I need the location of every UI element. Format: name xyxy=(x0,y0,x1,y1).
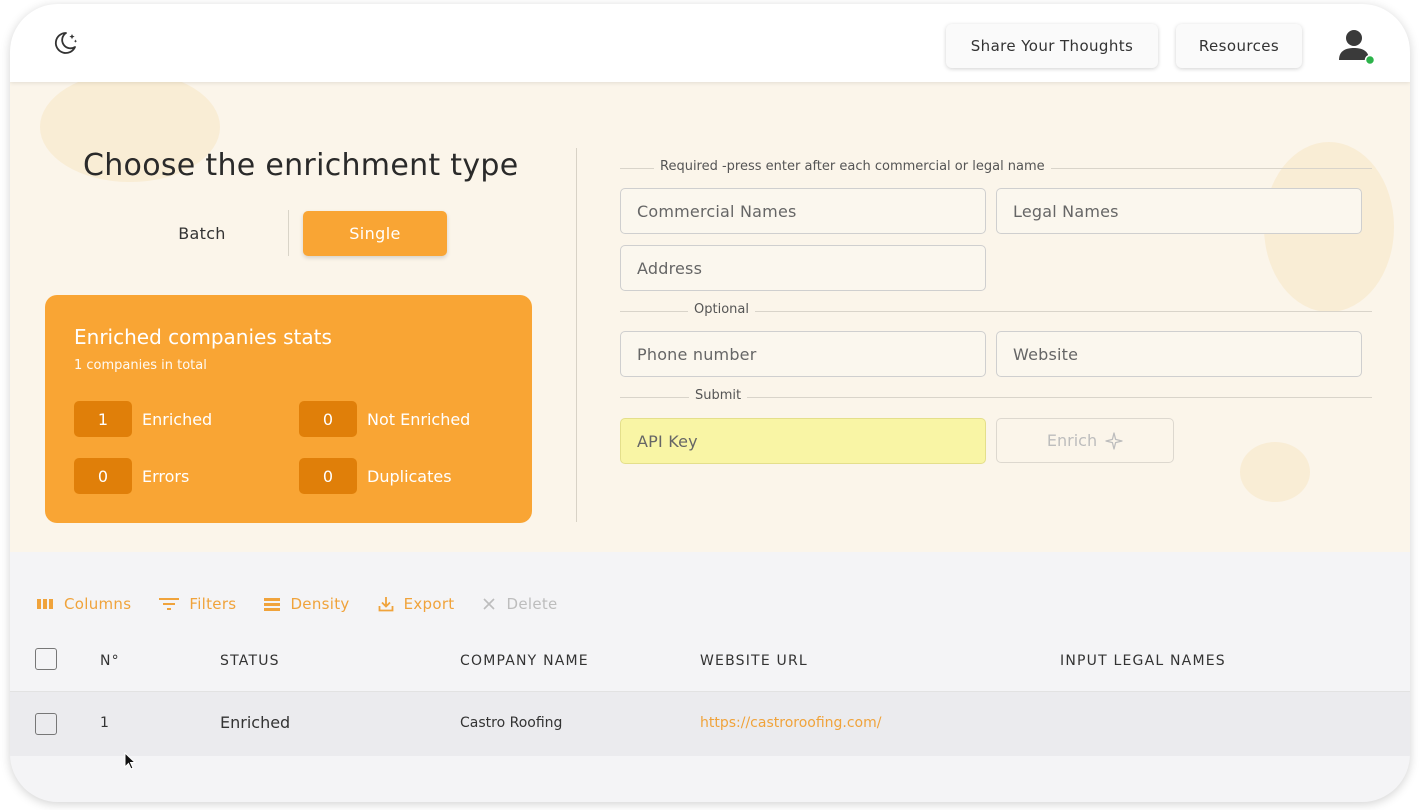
sparkle-icon xyxy=(1105,431,1123,450)
row-number: 1 xyxy=(100,715,109,731)
stats-subtitle: 1 companies in total xyxy=(74,358,207,373)
filter-icon xyxy=(159,598,180,610)
batch-tab[interactable]: Batch xyxy=(142,211,262,255)
download-icon xyxy=(378,597,393,612)
table-toolbar: Columns Filters Density Export Delete xyxy=(36,590,586,618)
column-header-input-legal-names[interactable]: INPUT LEGAL NAMES xyxy=(1060,653,1226,669)
enrich-button[interactable]: Enrich xyxy=(996,418,1174,463)
share-thoughts-button[interactable]: Share Your Thoughts xyxy=(946,24,1158,68)
mouse-cursor-icon xyxy=(124,751,138,776)
stat-value: 0 xyxy=(74,458,132,494)
api-key-input[interactable]: API Key xyxy=(620,418,986,464)
tab-divider xyxy=(288,210,289,256)
enrichment-panel: Choose the enrichment type Batch Single … xyxy=(10,82,1410,552)
select-all-checkbox[interactable] xyxy=(35,648,57,670)
column-header-number[interactable]: N° xyxy=(100,653,120,669)
online-status-dot xyxy=(1364,54,1376,66)
row-company-name: Castro Roofing xyxy=(460,715,563,731)
panel-divider xyxy=(576,148,577,522)
close-icon xyxy=(483,598,496,610)
row-checkbox[interactable] xyxy=(35,713,57,735)
stat-value: 1 xyxy=(74,401,132,437)
stat-enriched: 1 Enriched xyxy=(74,401,212,437)
export-button[interactable]: Export xyxy=(378,595,455,613)
phone-number-input[interactable]: Phone number xyxy=(620,331,986,377)
required-section-label: Required -press enter after each commerc… xyxy=(654,159,1051,174)
optional-section-label: Optional xyxy=(688,302,755,317)
stat-label: Errors xyxy=(142,466,190,486)
moon-stars-icon[interactable] xyxy=(50,28,80,58)
density-button[interactable]: Density xyxy=(264,595,349,613)
column-header-company-name[interactable]: COMPANY NAME xyxy=(460,653,589,669)
top-bar: Share Your Thoughts Resources xyxy=(10,4,1410,82)
columns-button[interactable]: Columns xyxy=(36,595,131,613)
filters-button[interactable]: Filters xyxy=(159,595,236,613)
columns-icon xyxy=(37,599,53,609)
filters-label: Filters xyxy=(189,595,237,613)
stats-title: Enriched companies stats xyxy=(74,325,332,349)
delete-button[interactable]: Delete xyxy=(482,595,557,613)
enrich-button-label: Enrich xyxy=(1046,431,1098,450)
column-header-status[interactable]: STATUS xyxy=(220,653,280,669)
submit-section-label: Submit xyxy=(689,388,748,403)
row-website-link[interactable]: https://castroroofing.com/ xyxy=(700,715,881,731)
enrichment-type-title: Choose the enrichment type xyxy=(83,148,519,183)
stat-errors: 0 Errors xyxy=(74,458,189,494)
resources-button[interactable]: Resources xyxy=(1176,24,1302,68)
commercial-names-input[interactable]: Commercial Names xyxy=(620,188,986,234)
address-input[interactable]: Address xyxy=(620,245,986,291)
stats-card: Enriched companies stats 1 companies in … xyxy=(45,295,532,523)
table-row[interactable]: 1 Enriched Castro Roofing https://castro… xyxy=(10,692,1410,756)
columns-label: Columns xyxy=(64,595,132,613)
stat-not-enriched: 0 Not Enriched xyxy=(299,401,470,437)
delete-label: Delete xyxy=(506,595,558,613)
stat-label: Duplicates xyxy=(367,466,452,486)
user-icon[interactable] xyxy=(1336,26,1376,68)
stat-label: Not Enriched xyxy=(367,409,471,429)
single-tab[interactable]: Single xyxy=(303,211,447,256)
stat-value: 0 xyxy=(299,458,357,494)
legal-names-input[interactable]: Legal Names xyxy=(996,188,1362,234)
stat-duplicates: 0 Duplicates xyxy=(299,458,452,494)
density-label: Density xyxy=(290,595,350,613)
stat-label: Enriched xyxy=(142,409,213,429)
background-decoration xyxy=(1240,442,1310,502)
export-label: Export xyxy=(403,595,455,613)
stat-value: 0 xyxy=(299,401,357,437)
table-header: N° STATUS COMPANY NAME WEBSITE URL INPUT… xyxy=(10,628,1410,692)
density-icon xyxy=(264,598,281,611)
row-status: Enriched xyxy=(220,713,291,732)
app-window: Share Your Thoughts Resources Choose the… xyxy=(10,4,1410,802)
website-input[interactable]: Website xyxy=(996,331,1362,377)
column-header-website-url[interactable]: WEBSITE URL xyxy=(700,653,808,669)
